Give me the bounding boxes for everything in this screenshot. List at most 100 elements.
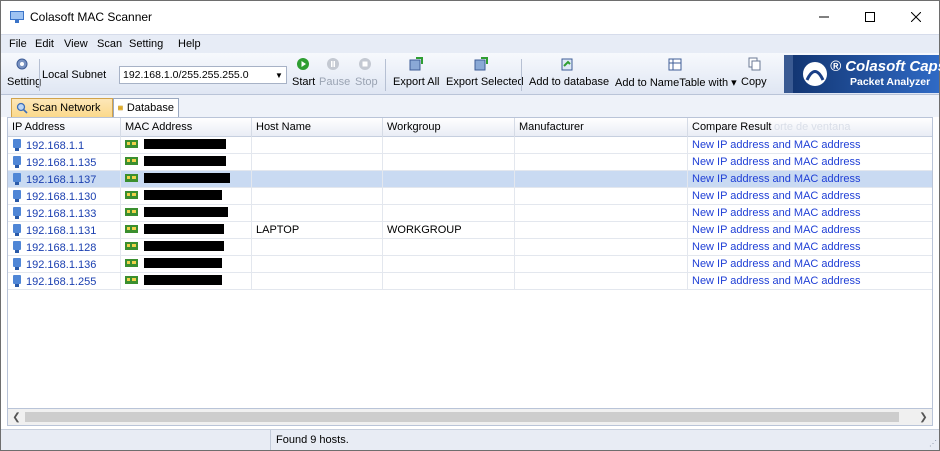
- table-row[interactable]: 192.168.1.1 New IP address and MAC addres…: [8, 137, 932, 154]
- scrollbar-thumb[interactable]: [25, 412, 899, 422]
- ip-cell: 192.168.1.130: [8, 188, 121, 205]
- col-ip-address[interactable]: IP Address: [8, 118, 121, 137]
- status-bar: Found 9 hosts. ⋰: [1, 429, 939, 450]
- mac-address-redacted: [144, 207, 228, 217]
- network-card-icon: [125, 174, 138, 182]
- table-row[interactable]: 192.168.1.137 New IP address and MAC addr…: [8, 171, 932, 188]
- workgroup-cell: [383, 273, 515, 290]
- workgroup-cell: [383, 154, 515, 171]
- workgroup-cell: [383, 188, 515, 205]
- tab-scan-network[interactable]: Scan Network: [11, 98, 113, 117]
- scroll-left-icon[interactable]: ❮: [8, 409, 25, 425]
- pause-button[interactable]: Pause: [317, 55, 351, 93]
- toolbar-gripper[interactable]: [784, 55, 793, 93]
- manufacturer-cell: [515, 222, 688, 239]
- mac-cell: [121, 256, 252, 273]
- menu-scan[interactable]: Scan: [97, 38, 122, 50]
- mac-cell: [121, 137, 252, 154]
- app-window: Colasoft MAC Scanner File Edit View Scan…: [0, 0, 940, 451]
- ip-cell: 192.168.1.136: [8, 256, 121, 273]
- col-manufacturer[interactable]: Manufacturer: [515, 118, 688, 137]
- table-row[interactable]: 192.168.1.130 New IP address and MAC addr…: [8, 188, 932, 205]
- table-row[interactable]: 192.168.1.128 New IP address and MAC addr…: [8, 239, 932, 256]
- mac-cell: [121, 222, 252, 239]
- minimize-button[interactable]: [801, 1, 847, 33]
- close-button[interactable]: [893, 1, 939, 33]
- tab-scan-network-label: Scan Network: [32, 102, 101, 114]
- database-icon: [118, 105, 123, 111]
- mac-address-redacted: [144, 173, 230, 183]
- ip-address: 192.168.1.135: [26, 157, 97, 169]
- tab-strip: Scan Network Database: [1, 95, 939, 117]
- menu-file[interactable]: File: [9, 38, 27, 50]
- col-workgroup[interactable]: Workgroup: [383, 118, 515, 137]
- toolbar-separator: [521, 59, 522, 91]
- start-button[interactable]: Start: [288, 55, 318, 93]
- horizontal-scrollbar[interactable]: ❮ ❯: [7, 409, 933, 426]
- database-add-icon: [561, 58, 573, 71]
- add-to-database-label: Add to database: [529, 76, 610, 88]
- menu-setting[interactable]: Setting: [129, 38, 163, 50]
- workgroup-cell: [383, 205, 515, 222]
- table-row[interactable]: 192.168.1.131 LAPTOP WORKGROUP New IP addre…: [8, 222, 932, 239]
- copy-button[interactable]: Copy: [738, 55, 772, 93]
- network-card-icon: [125, 259, 138, 267]
- pause-icon: [327, 58, 339, 70]
- ip-address: 192.168.1.133: [26, 208, 97, 220]
- ip-cell: 192.168.1.1: [8, 137, 121, 154]
- export-selected-button[interactable]: Export Selected: [444, 55, 524, 93]
- copy-icon: [748, 57, 761, 71]
- table-add-icon: [668, 58, 682, 71]
- status-pane: [1, 430, 271, 450]
- mac-cell: [121, 154, 252, 171]
- network-card-icon: [125, 276, 138, 284]
- resize-grip-icon[interactable]: ⋰: [929, 439, 937, 448]
- pause-label: Pause: [319, 76, 351, 88]
- add-to-database-button[interactable]: Add to database: [527, 55, 611, 93]
- chevron-down-icon[interactable]: ▼: [273, 68, 285, 82]
- capsa-promo-banner[interactable]: ® Colasoft Capsa Packet Analyzer: [784, 55, 940, 93]
- ip-cell: 192.168.1.133: [8, 205, 121, 222]
- table-row[interactable]: 192.168.1.136 New IP address and MAC addr…: [8, 256, 932, 273]
- table-row[interactable]: 192.168.1.133 New IP address and MAC addr…: [8, 205, 932, 222]
- stop-button[interactable]: Stop: [350, 55, 380, 93]
- host-icon: [13, 275, 21, 287]
- manufacturer-cell: [515, 205, 688, 222]
- start-label: Start: [292, 76, 316, 88]
- host-icon: [13, 207, 21, 219]
- host-name-cell: [252, 154, 383, 171]
- table-header: IP Address MAC Address Host Name Workgro…: [8, 118, 932, 137]
- export-selected-label: Export Selected: [446, 76, 524, 88]
- maximize-icon: [865, 12, 875, 22]
- menu-bar: File Edit View Scan Setting Help: [1, 34, 939, 53]
- scroll-right-icon[interactable]: ❯: [915, 409, 932, 425]
- mac-address-redacted: [144, 156, 226, 166]
- ip-cell: 192.168.1.135: [8, 154, 121, 171]
- table-row[interactable]: 192.168.1.255 New IP address and MAC addr…: [8, 273, 932, 290]
- col-host-name[interactable]: Host Name: [252, 118, 383, 137]
- maximize-button[interactable]: [847, 1, 893, 33]
- compare-result-cell: New IP address and MAC address: [692, 275, 861, 287]
- ip-address: 192.168.1.136: [26, 259, 97, 271]
- menu-edit[interactable]: Edit: [35, 38, 54, 50]
- col-mac-address[interactable]: MAC Address: [121, 118, 252, 137]
- setting-label: Setting: [7, 76, 42, 88]
- table-body: 192.168.1.1 New IP address and MAC addres…: [8, 137, 932, 290]
- add-to-nametable-button[interactable]: Add to NameTable with ▾: [613, 55, 737, 93]
- setting-button[interactable]: Setting: [7, 55, 41, 93]
- title-bar: Colasoft MAC Scanner: [1, 1, 939, 33]
- network-card-icon: [125, 242, 138, 250]
- export-all-button[interactable]: Export All: [390, 55, 442, 93]
- table-row[interactable]: 192.168.1.135 New IP address and MAC addr…: [8, 154, 932, 171]
- window-title: Colasoft MAC Scanner: [30, 10, 153, 24]
- host-name-cell: [252, 273, 383, 290]
- mac-address-redacted: [144, 258, 222, 268]
- subnet-dropdown[interactable]: 192.168.1.0/255.255.255.0 ▼: [119, 66, 287, 84]
- ghost-tooltip-text: orte de ventana: [774, 121, 851, 133]
- host-icon: [13, 139, 21, 151]
- menu-view[interactable]: View: [64, 38, 88, 50]
- minimize-icon: [819, 16, 829, 18]
- add-to-nametable-label: Add to NameTable with ▾: [615, 77, 737, 89]
- menu-help[interactable]: Help: [178, 38, 201, 50]
- tab-database[interactable]: Database: [113, 98, 179, 117]
